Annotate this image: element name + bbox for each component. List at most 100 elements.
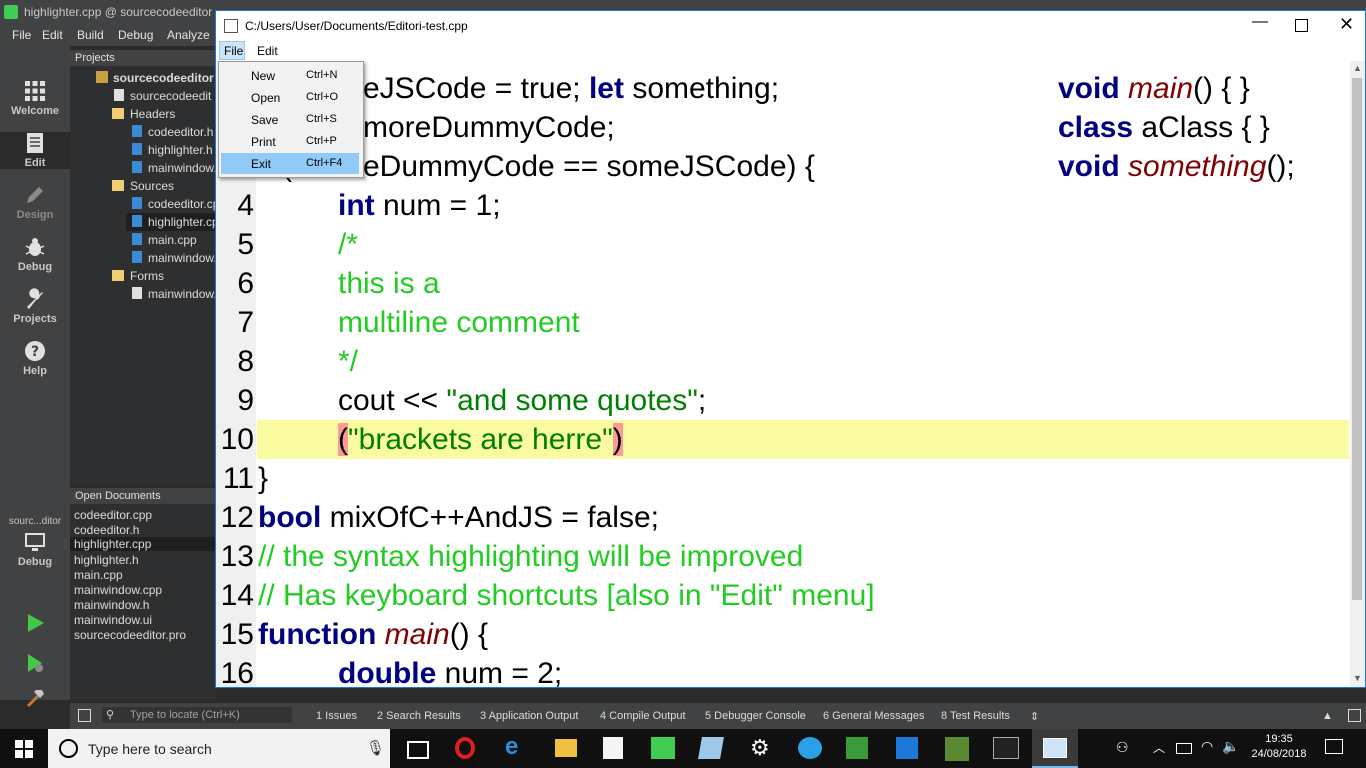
- qt-menu-file[interactable]: File: [12, 28, 31, 42]
- tree-item-main-cpp[interactable]: main.cpp: [132, 233, 197, 247]
- tab-search-results[interactable]: 2 Search Results: [377, 710, 461, 722]
- code-line-1: eJSCode = true; let something;: [363, 72, 780, 105]
- skype-icon[interactable]: [798, 737, 822, 759]
- code-editor[interactable]: 4 5 6 7 8 9 10 11 12 13 14 15 16 eJSCode…: [216, 61, 1350, 687]
- open-doc-item[interactable]: codeeditor.cpp: [74, 508, 152, 522]
- wifi-icon[interactable]: ◠: [1201, 738, 1213, 755]
- tray-chevron-icon[interactable]: ︿: [1153, 739, 1165, 756]
- qt-menu-debug[interactable]: Debug: [118, 28, 153, 42]
- mode-welcome[interactable]: Welcome: [0, 80, 70, 117]
- mode-projects[interactable]: Projects: [0, 288, 70, 325]
- tree-item-mainwindow-cpp[interactable]: mainwindow.cpp: [132, 251, 216, 265]
- mode-debug[interactable]: Debug: [0, 236, 70, 273]
- tree-item-codeeditor-cpp[interactable]: codeeditor.cpp: [132, 197, 216, 211]
- editor-menubar: File Edit: [216, 41, 1365, 61]
- menu-item-exit[interactable]: Exit Ctrl+F4: [221, 153, 359, 174]
- scroll-thumb[interactable]: [1352, 78, 1362, 600]
- tab-general-messages[interactable]: 6 General Messages: [823, 710, 925, 722]
- scroll-down-icon[interactable]: ▼: [1353, 673, 1362, 683]
- maximize-icon[interactable]: [1295, 19, 1308, 32]
- settings-gear-icon[interactable]: ⚙: [750, 735, 770, 761]
- tab-issues[interactable]: 1 Issues: [316, 710, 357, 722]
- clock[interactable]: 19:35 24/08/2018: [1248, 733, 1310, 760]
- qt-creator-taskbar-icon[interactable]: [651, 737, 675, 759]
- tree-item-headers[interactable]: Headers: [112, 107, 175, 121]
- close-icon[interactable]: ✕: [1339, 14, 1354, 35]
- vertical-scrollbar[interactable]: ▲ ▼: [1350, 61, 1365, 687]
- terminal-app-icon[interactable]: [945, 737, 969, 761]
- open-doc-item[interactable]: sourcecodeeditor.pro: [74, 628, 186, 642]
- open-doc-item[interactable]: main.cpp: [74, 568, 123, 582]
- debug-run-button[interactable]: [0, 652, 70, 677]
- pane-toggle-icon[interactable]: [1348, 709, 1361, 722]
- projects-panel-header: Projects: [70, 50, 216, 66]
- qt-menu-edit[interactable]: Edit: [42, 28, 63, 42]
- notepad-icon[interactable]: [698, 737, 724, 759]
- sidebar-toggle-icon[interactable]: [78, 709, 91, 722]
- qt-menu-build[interactable]: Build: [77, 28, 104, 42]
- run-button[interactable]: [0, 612, 70, 637]
- app-icon: [224, 19, 238, 33]
- menu-item-save[interactable]: Save Ctrl+S: [221, 109, 359, 130]
- play-icon: [28, 614, 44, 632]
- task-view-icon[interactable]: [407, 741, 429, 759]
- mode-help[interactable]: ? Help: [0, 340, 70, 377]
- tree-item-codeeditor-h[interactable]: codeeditor.h: [132, 125, 213, 139]
- tree-item-highlighter-cpp[interactable]: highlighter.cpp: [126, 213, 216, 231]
- open-doc-item-selected[interactable]: highlighter.cpp: [70, 537, 216, 551]
- code-line-11: }: [258, 462, 269, 495]
- build-button[interactable]: [0, 686, 70, 711]
- tree-item-forms[interactable]: Forms: [112, 269, 164, 283]
- open-doc-item[interactable]: highlighter.h: [74, 553, 139, 567]
- opera-icon[interactable]: [455, 737, 475, 759]
- mode-edit[interactable]: Edit: [0, 132, 70, 169]
- volume-icon[interactable]: 🔈: [1222, 738, 1239, 755]
- tree-item-highlighter-h[interactable]: highlighter.h: [132, 143, 213, 157]
- menu-item-print[interactable]: Print Ctrl+P: [221, 131, 359, 152]
- open-doc-item[interactable]: mainwindow.h: [74, 598, 149, 612]
- file-explorer-icon[interactable]: [555, 739, 577, 757]
- mode-edit-label: Edit: [24, 157, 46, 169]
- tab-chooser-icon[interactable]: ⇕: [1030, 710, 1039, 723]
- console-icon[interactable]: [993, 737, 1019, 759]
- mode-welcome-label: Welcome: [10, 105, 60, 117]
- battery-icon[interactable]: [1176, 743, 1192, 754]
- kit-selector[interactable]: sourc...ditor Debug: [0, 516, 70, 568]
- tab-compile-output[interactable]: 4 Compile Output: [600, 710, 686, 722]
- tree-item-sources[interactable]: Sources: [112, 179, 174, 193]
- maximize-pane-icon[interactable]: ▲: [1322, 710, 1333, 722]
- microphone-icon[interactable]: 🎙: [366, 739, 385, 757]
- open-doc-item[interactable]: codeeditor.h: [74, 523, 139, 537]
- mode-design[interactable]: Design: [0, 184, 70, 221]
- store-icon[interactable]: [603, 737, 623, 759]
- active-window-button[interactable]: [1032, 729, 1078, 768]
- open-doc-item[interactable]: mainwindow.cpp: [74, 583, 162, 597]
- tab-application-output[interactable]: 3 Application Output: [480, 710, 578, 722]
- spreadsheet-icon[interactable]: [846, 737, 868, 759]
- people-icon[interactable]: ⚇: [1116, 739, 1129, 756]
- wrench-icon: [27, 288, 43, 309]
- tab-debugger-console[interactable]: 5 Debugger Console: [705, 710, 806, 722]
- code-line-8: */: [338, 345, 359, 378]
- minimize-icon[interactable]: —: [1252, 13, 1268, 31]
- vscode-icon[interactable]: [896, 737, 918, 759]
- tree-item-project[interactable]: sourcecodeeditor: [96, 71, 214, 85]
- tree-item-mainwindow-h[interactable]: mainwindow.h: [132, 161, 216, 175]
- menu-edit[interactable]: Edit: [257, 44, 278, 58]
- locator-input[interactable]: ⚲ Type to locate (Ctrl+K): [102, 707, 292, 723]
- menu-file[interactable]: File: [219, 41, 245, 60]
- taskbar-search-box[interactable]: Type here to search 🎙: [48, 729, 390, 768]
- edge-icon[interactable]: e: [505, 733, 518, 761]
- qt-menu-analyze[interactable]: Analyze: [167, 28, 210, 42]
- tab-test-results[interactable]: 8 Test Results: [941, 710, 1010, 722]
- windows-start-icon[interactable]: [15, 740, 33, 758]
- menu-item-new[interactable]: New Ctrl+N: [221, 65, 359, 86]
- tree-item-pro-file[interactable]: sourcecodeedit: [114, 89, 211, 103]
- code-line-3: eDummyCode == someJSCode) {: [363, 150, 815, 183]
- scroll-up-icon[interactable]: ▲: [1353, 63, 1362, 73]
- open-doc-item[interactable]: mainwindow.ui: [74, 613, 152, 627]
- tree-item-mainwindow-ui[interactable]: mainwindow.ui: [132, 287, 216, 301]
- code-line-9: cout << "and some quotes";: [338, 384, 707, 417]
- notification-icon[interactable]: [1325, 739, 1343, 754]
- menu-item-open[interactable]: Open Ctrl+O: [221, 87, 359, 108]
